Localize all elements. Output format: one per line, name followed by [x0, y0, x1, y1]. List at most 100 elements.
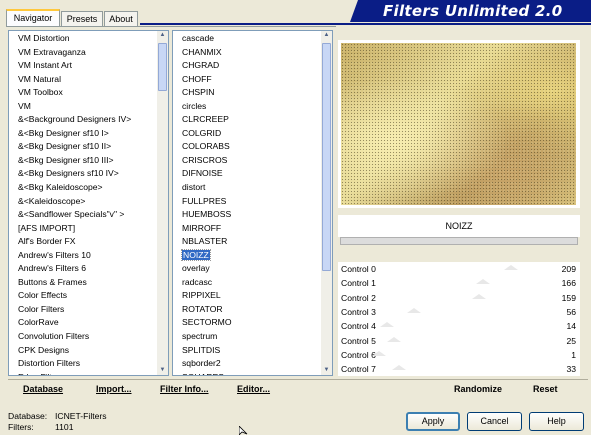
filter-item[interactable]: SPLITDIS	[180, 344, 320, 358]
filter-scroll-thumb[interactable]	[322, 43, 331, 271]
control-track[interactable]	[378, 279, 540, 287]
filter-item[interactable]: DIFNOISE	[180, 167, 320, 181]
scroll-up-icon[interactable]: ▲	[157, 31, 168, 40]
filter-item[interactable]: cascade	[180, 32, 320, 46]
filter-item[interactable]: HUEMBOSS	[180, 208, 320, 222]
preview-image	[341, 43, 576, 205]
control-slider-5[interactable]: Control 5 25	[338, 334, 580, 348]
help-button[interactable]: Help	[529, 412, 584, 431]
control-track[interactable]	[378, 336, 540, 345]
filter-item[interactable]: RIPPIXEL	[180, 289, 320, 303]
category-item[interactable]: &<Kaleidoscope>	[16, 195, 156, 209]
category-item[interactable]: Convolution Filters	[16, 330, 156, 344]
category-item[interactable]: VM Distortion	[16, 32, 156, 46]
filter-item[interactable]: CRISCROS	[180, 154, 320, 168]
control-knob-icon[interactable]	[391, 365, 406, 371]
control-track[interactable]	[378, 265, 540, 273]
control-track[interactable]	[371, 350, 540, 359]
tab-about[interactable]: About	[104, 11, 138, 26]
control-slider-1[interactable]: Control 1 166	[338, 276, 580, 290]
category-item[interactable]: VM Instant Art	[16, 59, 156, 73]
control-slider-6[interactable]: Control 6 1	[338, 348, 580, 362]
control-knob-icon[interactable]	[379, 322, 394, 328]
control-knob-icon[interactable]	[503, 265, 518, 270]
category-item[interactable]: &<Bkg Designer sf10 II>	[16, 140, 156, 154]
filter-item[interactable]: SECTORMO	[180, 316, 320, 330]
filter-scrollbar[interactable]: ▲ ▼	[321, 31, 332, 375]
category-item[interactable]: &<Bkg Designer sf10 I>	[16, 127, 156, 141]
category-item[interactable]: VM	[16, 100, 156, 114]
category-item[interactable]: &<Bkg Kaleidoscope>	[16, 181, 156, 195]
control-knob-icon[interactable]	[371, 350, 386, 356]
category-item[interactable]: Color Effects	[16, 289, 156, 303]
category-item[interactable]: &<Sandflower Specials"v" >	[16, 208, 156, 222]
control-slider-4[interactable]: Control 4 14	[338, 319, 580, 333]
filter-item[interactable]: circles	[180, 100, 320, 114]
filter-item[interactable]: FULLPRES	[180, 195, 320, 209]
scroll-up-icon[interactable]: ▲	[321, 31, 332, 40]
tab-navigator[interactable]: Navigator	[6, 9, 60, 26]
control-slider-3[interactable]: Control 3 56	[338, 305, 580, 319]
import-link[interactable]: Import...	[96, 384, 132, 394]
filter-item[interactable]: sqborder2	[180, 357, 320, 371]
filter-item[interactable]: CHANMIX	[180, 46, 320, 60]
filter-item[interactable]: SQUARES	[180, 371, 320, 375]
category-scroll-thumb[interactable]	[158, 43, 167, 91]
scroll-down-icon[interactable]: ▼	[157, 366, 168, 375]
filter-item[interactable]: spectrum	[180, 330, 320, 344]
category-scrollbar[interactable]: ▲ ▼	[157, 31, 168, 375]
filter-item[interactable]: overlay	[180, 262, 320, 276]
category-item[interactable]: Distortion Filters	[16, 357, 156, 371]
filter-list[interactable]: cascade CHANMIX CHGRAD CHOFF CHSPIN circles CL…	[180, 32, 320, 375]
category-item[interactable]: ColorRave	[16, 316, 156, 330]
control-track[interactable]	[378, 293, 540, 302]
filter-item[interactable]: ROTATOR	[180, 303, 320, 317]
control-track[interactable]	[378, 322, 540, 330]
control-slider-7[interactable]: Control 7 33	[338, 362, 580, 376]
filter-item[interactable]: MIRROFF	[180, 222, 320, 236]
category-item[interactable]: &<Background Designers IV>	[16, 113, 156, 127]
category-list[interactable]: VM Distortion VM Extravaganza VM Instant A…	[16, 32, 156, 375]
category-item[interactable]: VM Natural	[16, 73, 156, 87]
control-knob-icon[interactable]	[472, 293, 486, 299]
filter-item[interactable]: CHOFF	[180, 73, 320, 87]
category-item[interactable]: Andrew's Filters 6	[16, 262, 156, 276]
control-slider-2[interactable]: Control 2 159	[338, 291, 580, 305]
filter-item[interactable]: COLORABS	[180, 140, 320, 154]
control-slider-0[interactable]: Control 0 209	[338, 262, 580, 276]
category-item[interactable]: Color Filters	[16, 303, 156, 317]
filter-item[interactable]: NBLASTER	[180, 235, 320, 249]
category-item[interactable]: &<Bkg Designers sf10 IV>	[16, 167, 156, 181]
category-item[interactable]: VM Toolbox	[16, 86, 156, 100]
control-knob-icon[interactable]	[386, 336, 401, 342]
control-knob-icon[interactable]	[406, 307, 421, 313]
filter-item[interactable]: CLRCREEP	[180, 113, 320, 127]
filter-info-link[interactable]: Filter Info...	[160, 384, 209, 394]
category-item[interactable]: Andrew's Filters 10	[16, 249, 156, 263]
filter-item[interactable]: radcasc	[180, 276, 320, 290]
apply-button[interactable]: Apply	[406, 412, 460, 431]
filter-item[interactable]: CHSPIN	[180, 86, 320, 100]
category-item[interactable]: [AFS IMPORT]	[16, 222, 156, 236]
randomize-link[interactable]: Randomize	[454, 384, 502, 394]
category-item[interactable]: Buttons & Frames	[16, 276, 156, 290]
scroll-down-icon[interactable]: ▼	[321, 366, 332, 375]
preview-zoom-slider[interactable]	[340, 237, 578, 245]
tab-presets[interactable]: Presets	[61, 11, 103, 26]
category-item[interactable]: &<Bkg Designer sf10 III>	[16, 154, 156, 168]
editor-link[interactable]: Editor...	[237, 384, 270, 394]
database-link[interactable]: Database	[23, 384, 63, 394]
category-item[interactable]: CPK Designs	[16, 344, 156, 358]
category-item[interactable]: Alf's Border FX	[16, 235, 156, 249]
filter-item[interactable]: NOIZZ	[180, 248, 320, 263]
control-track[interactable]	[378, 307, 540, 316]
category-item[interactable]: VM Extravaganza	[16, 46, 156, 60]
control-track[interactable]	[378, 365, 540, 373]
filter-item[interactable]: CHGRAD	[180, 59, 320, 73]
category-item[interactable]: Edge Filters	[16, 371, 156, 375]
filter-item[interactable]: distort	[180, 181, 320, 195]
control-knob-icon[interactable]	[476, 279, 491, 285]
filter-item[interactable]: COLGRID	[180, 127, 320, 141]
cancel-button[interactable]: Cancel	[467, 412, 522, 431]
reset-link[interactable]: Reset	[533, 384, 558, 394]
